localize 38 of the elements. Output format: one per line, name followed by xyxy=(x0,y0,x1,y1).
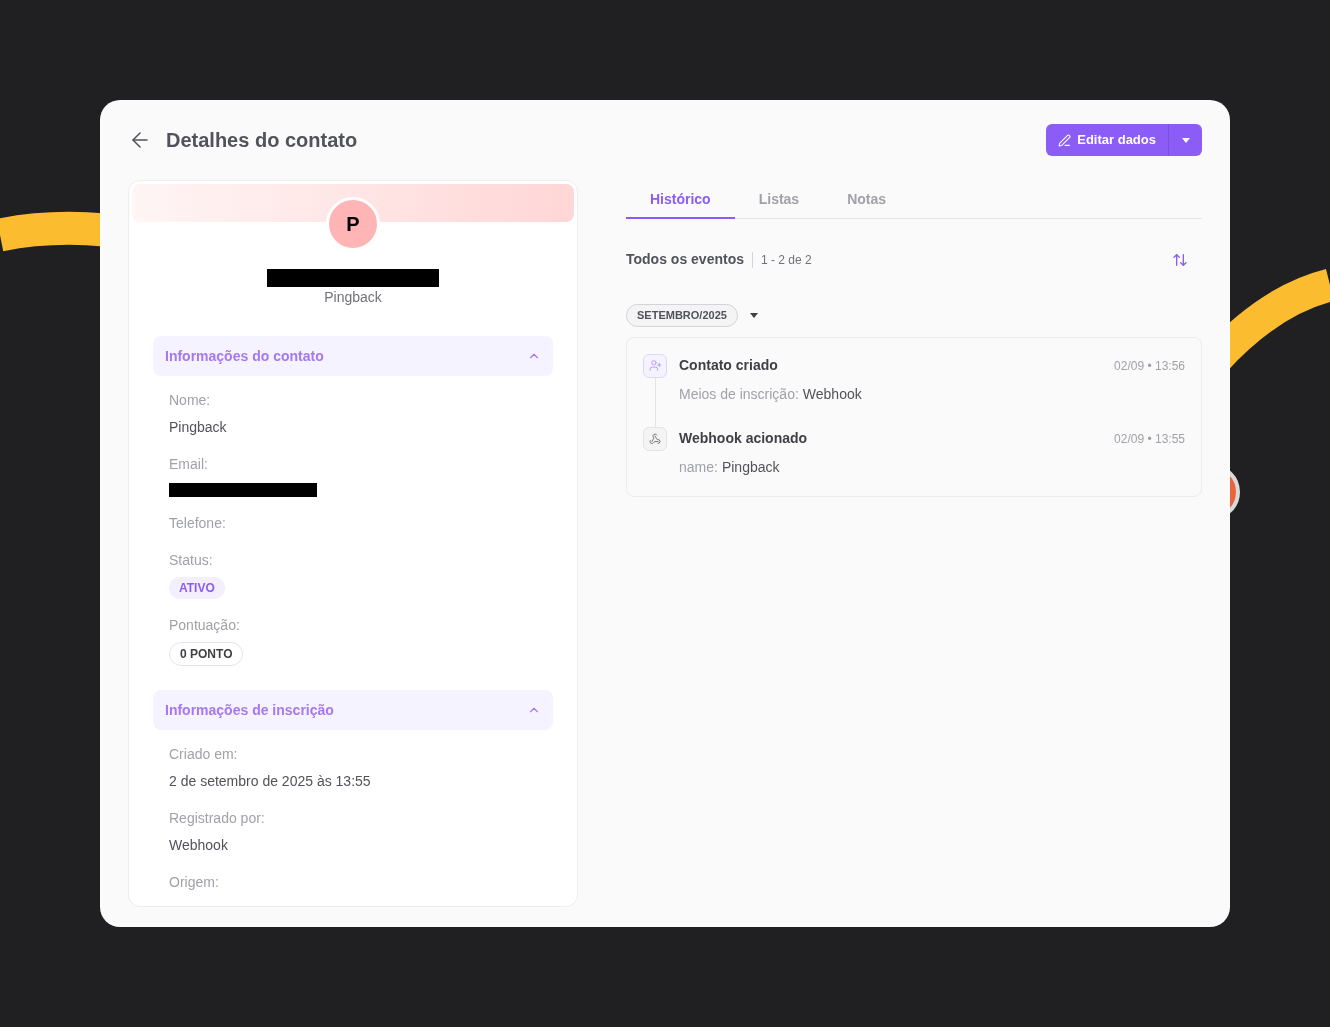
field-value: 2 de setembro de 2025 às 13:55 xyxy=(169,772,372,791)
detail-label: Meios de inscrição: xyxy=(679,384,799,404)
tab[interactable]: Listas xyxy=(734,181,824,218)
field-value: Pingback xyxy=(169,418,228,437)
sort-icon[interactable] xyxy=(1172,251,1188,268)
detail-value: Pingback xyxy=(721,457,780,477)
page-title: Detalhes do contato xyxy=(166,128,358,153)
field-label: Status: xyxy=(169,551,214,570)
event-title: Contato criado xyxy=(679,356,778,375)
pen-icon xyxy=(1058,133,1072,147)
field-label: Telefone: xyxy=(169,514,227,533)
field-label: Email: xyxy=(169,455,209,474)
user-plus-icon xyxy=(643,353,667,378)
edit-button[interactable]: Editar dados xyxy=(1046,124,1168,156)
event-time: 02/09 • 13:55 xyxy=(1114,430,1185,448)
event-title: Webhook acionado xyxy=(679,429,808,448)
events-count: 1 - 2 de 2 xyxy=(761,251,812,269)
profile-subtitle: Pingback xyxy=(324,288,382,307)
status-badge: ATIVO xyxy=(169,577,225,599)
field-value: Webhook xyxy=(169,836,229,855)
detail-value: Webhook xyxy=(802,384,862,404)
caret-icon xyxy=(1181,137,1190,143)
section-header[interactable]: Informações do contato xyxy=(153,336,553,376)
field-label: Registrado por: xyxy=(169,809,266,828)
month-chip: SETEMBRO/2025 xyxy=(626,304,738,327)
field-label: Criado em: xyxy=(169,745,239,764)
tab[interactable]: Histórico xyxy=(626,181,735,219)
detail-label: name: xyxy=(679,457,718,477)
tab[interactable]: Notas xyxy=(823,181,911,218)
score-badge: 0 PONTO xyxy=(169,642,244,666)
field-label: Origem: xyxy=(169,873,220,892)
event-time: 02/09 • 13:56 xyxy=(1114,357,1185,375)
avatar: P xyxy=(326,197,380,251)
events-title: Todos os eventos xyxy=(626,250,744,269)
section-header[interactable]: Informações de inscrição xyxy=(153,690,553,730)
field-label: Pontuação: xyxy=(169,616,241,635)
field-label: Nome: xyxy=(169,391,212,410)
caret-icon[interactable] xyxy=(749,312,758,318)
